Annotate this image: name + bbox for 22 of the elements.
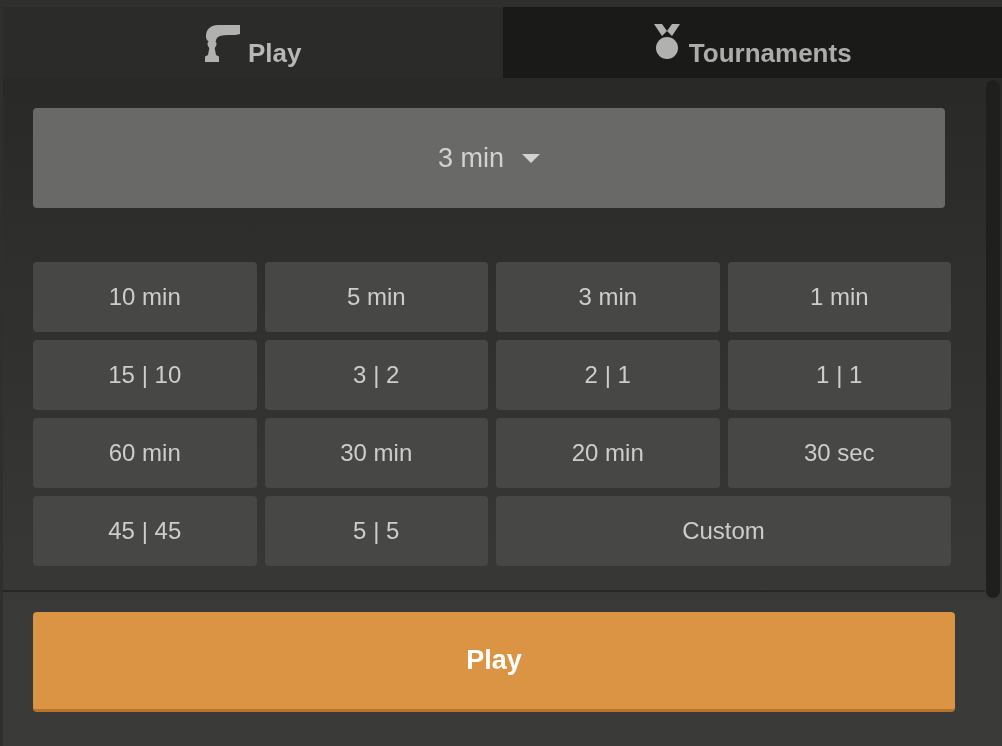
time-preset-button[interactable]: 60 min [33, 418, 257, 488]
time-preset-button[interactable]: 1 | 1 [727, 340, 951, 410]
time-preset-button[interactable]: 2 | 1 [496, 340, 720, 410]
time-preset-button[interactable]: 45 | 45 [33, 496, 257, 566]
pawn-icon [204, 24, 240, 62]
time-preset-button[interactable]: 3 min [496, 262, 720, 332]
time-preset-button[interactable]: Custom [496, 496, 951, 566]
time-preset-button[interactable]: 5 min [264, 262, 488, 332]
caret-icon [522, 153, 540, 163]
time-preset-button[interactable]: 20 min [496, 418, 720, 488]
time-preset-button[interactable]: 3 | 2 [264, 340, 488, 410]
scrollbar[interactable] [986, 80, 1000, 598]
time-preset-button[interactable]: 10 min [33, 262, 257, 332]
time-preset-button[interactable]: 1 min [727, 262, 951, 332]
tab[interactable]: Tournaments [502, 7, 1002, 78]
time-preset-button[interactable]: 15 | 10 [33, 340, 257, 410]
time-preset-button[interactable]: 30 sec [727, 418, 951, 488]
medal-icon [652, 24, 681, 60]
tab[interactable]: Play [3, 7, 503, 78]
time-preset-button[interactable]: 5 | 5 [264, 496, 488, 566]
time-control-dropdown[interactable]: 3 min [33, 108, 945, 208]
time-preset-button[interactable]: 30 min [264, 418, 488, 488]
